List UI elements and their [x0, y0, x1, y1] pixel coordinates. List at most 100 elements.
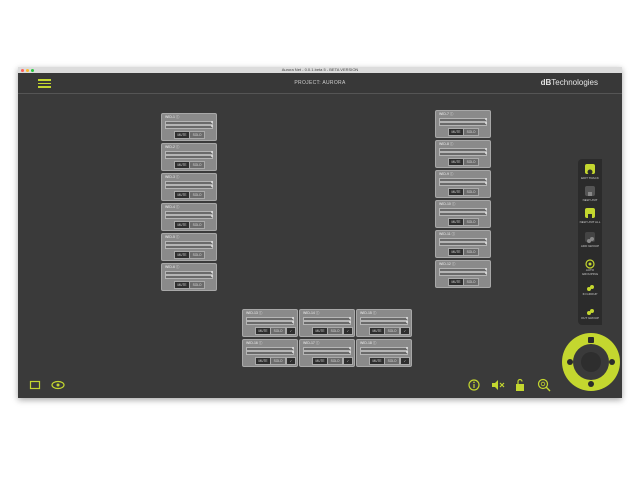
slider-knob[interactable]	[405, 320, 408, 323]
gain-slider[interactable]	[360, 321, 408, 325]
solo-button[interactable]: SOLO	[189, 131, 205, 139]
slider-knob[interactable]	[484, 211, 487, 214]
gain-slider[interactable]	[303, 351, 351, 355]
slider-knob[interactable]	[291, 316, 294, 319]
solo-button[interactable]: SOLO	[463, 248, 479, 256]
unit-card[interactable]: WID-18 ⓘ MUTE SOLO ✓	[356, 339, 412, 367]
unit-card[interactable]: WID-4 ⓘ MUTE SOLO	[161, 203, 217, 231]
unit-card[interactable]: WID-17 ⓘ MUTE SOLO ✓	[299, 339, 355, 367]
gain-slider[interactable]	[165, 155, 213, 159]
unit-card[interactable]: WID-5 ⓘ MUTE SOLO	[161, 233, 217, 261]
close-icon[interactable]	[21, 68, 24, 72]
slider-knob[interactable]	[484, 181, 487, 184]
slider-knob[interactable]	[210, 184, 213, 187]
settings-button[interactable]: ✓	[343, 327, 353, 335]
mute-button[interactable]: MUTE	[448, 188, 464, 196]
new-unit-button[interactable]: NEW UNIT	[578, 185, 602, 205]
mute-button[interactable]: MUTE	[174, 251, 190, 259]
solo-button[interactable]: SOLO	[463, 218, 479, 226]
slider-knob[interactable]	[484, 177, 487, 180]
mute-button[interactable]: MUTE	[448, 128, 464, 136]
slider-knob[interactable]	[484, 147, 487, 150]
solo-button[interactable]: SOLO	[384, 327, 400, 335]
solo-button[interactable]: SOLO	[463, 128, 479, 136]
unit-card[interactable]: WID-16 ⓘ MUTE SOLO ✓	[242, 339, 298, 367]
mute-button[interactable]: MUTE	[255, 327, 271, 335]
unit-card[interactable]: WID-14 ⓘ MUTE SOLO ✓	[299, 309, 355, 337]
mute-button[interactable]: MUTE	[174, 281, 190, 289]
gain-slider[interactable]	[165, 215, 213, 219]
minimize-icon[interactable]	[26, 68, 29, 72]
solo-button[interactable]: SOLO	[189, 161, 205, 169]
unit-card[interactable]: WID-11 ⓘ MUTE SOLO	[435, 230, 491, 258]
slider-knob[interactable]	[210, 274, 213, 277]
slider-knob[interactable]	[484, 117, 487, 120]
slider-knob[interactable]	[348, 350, 351, 353]
slider-knob[interactable]	[210, 120, 213, 123]
mute-button[interactable]: MUTE	[174, 131, 190, 139]
solo-button[interactable]: SOLO	[189, 191, 205, 199]
gain-slider[interactable]	[165, 185, 213, 189]
slider-knob[interactable]	[210, 180, 213, 183]
slider-knob[interactable]	[210, 150, 213, 153]
slider-knob[interactable]	[348, 346, 351, 349]
frame-icon[interactable]	[29, 380, 41, 390]
settings-button[interactable]: ✓	[343, 357, 353, 365]
mute-button[interactable]: MUTE	[174, 191, 190, 199]
unit-card[interactable]: WID-15 ⓘ MUTE SOLO ✓	[356, 309, 412, 337]
mute-button[interactable]: MUTE	[448, 278, 464, 286]
lock-icon[interactable]	[514, 378, 526, 392]
solo-button[interactable]: SOLO	[189, 221, 205, 229]
slider-knob[interactable]	[291, 320, 294, 323]
solo-button[interactable]: SOLO	[327, 327, 343, 335]
slider-knob[interactable]	[484, 241, 487, 244]
out-group-button[interactable]: OUT GROUP	[578, 303, 602, 323]
unit-card[interactable]: WID-2 ⓘ MUTE SOLO	[161, 143, 217, 171]
search-icon[interactable]	[537, 378, 551, 392]
unit-card[interactable]: WID-8 ⓘ MUTE SOLO	[435, 140, 491, 168]
unit-card[interactable]: WID-3 ⓘ MUTE SOLO	[161, 173, 217, 201]
mute-button[interactable]: MUTE	[448, 218, 464, 226]
settings-button[interactable]: ✓	[286, 357, 296, 365]
solo-button[interactable]: SOLO	[270, 327, 286, 335]
solo-button[interactable]: SOLO	[189, 251, 205, 259]
slider-knob[interactable]	[210, 124, 213, 127]
slider-knob[interactable]	[484, 267, 487, 270]
auto-grouping-button[interactable]: AUTO GROUPING	[578, 255, 602, 276]
gain-slider[interactable]	[165, 275, 213, 279]
settings-button[interactable]: ✓	[286, 327, 296, 335]
info-icon[interactable]	[468, 379, 480, 391]
mute-button[interactable]: MUTE	[369, 327, 385, 335]
gain-slider[interactable]	[303, 321, 351, 325]
solo-button[interactable]: SOLO	[463, 278, 479, 286]
unit-card[interactable]: WID-7 ⓘ MUTE SOLO	[435, 110, 491, 138]
navigation-wheel[interactable]	[562, 333, 620, 391]
slider-knob[interactable]	[484, 271, 487, 274]
unit-card[interactable]: WID-1 ⓘ MUTE SOLO	[161, 113, 217, 141]
gain-slider[interactable]	[439, 122, 487, 126]
slider-knob[interactable]	[405, 316, 408, 319]
solo-button[interactable]: SOLO	[463, 158, 479, 166]
gain-slider[interactable]	[246, 321, 294, 325]
gain-slider[interactable]	[439, 182, 487, 186]
slider-knob[interactable]	[291, 350, 294, 353]
unit-card[interactable]: WID-10 ⓘ MUTE SOLO	[435, 200, 491, 228]
gain-slider[interactable]	[439, 242, 487, 246]
gain-slider[interactable]	[360, 351, 408, 355]
in-group-button[interactable]: IN GROUP	[578, 279, 602, 299]
new-unit-all-button[interactable]: NEW UNIT ALL	[578, 207, 602, 227]
eye-icon[interactable]	[51, 380, 65, 390]
settings-button[interactable]: ✓	[400, 327, 410, 335]
slider-knob[interactable]	[291, 346, 294, 349]
mute-button[interactable]: MUTE	[312, 327, 328, 335]
gain-slider[interactable]	[165, 245, 213, 249]
slider-knob[interactable]	[348, 316, 351, 319]
gain-slider[interactable]	[439, 152, 487, 156]
add-group-button[interactable]: ADD GROUP	[578, 231, 602, 251]
solo-button[interactable]: SOLO	[327, 357, 343, 365]
mute-button[interactable]: MUTE	[448, 248, 464, 256]
slider-knob[interactable]	[210, 154, 213, 157]
slider-knob[interactable]	[405, 350, 408, 353]
gain-slider[interactable]	[165, 125, 213, 129]
solo-button[interactable]: SOLO	[189, 281, 205, 289]
